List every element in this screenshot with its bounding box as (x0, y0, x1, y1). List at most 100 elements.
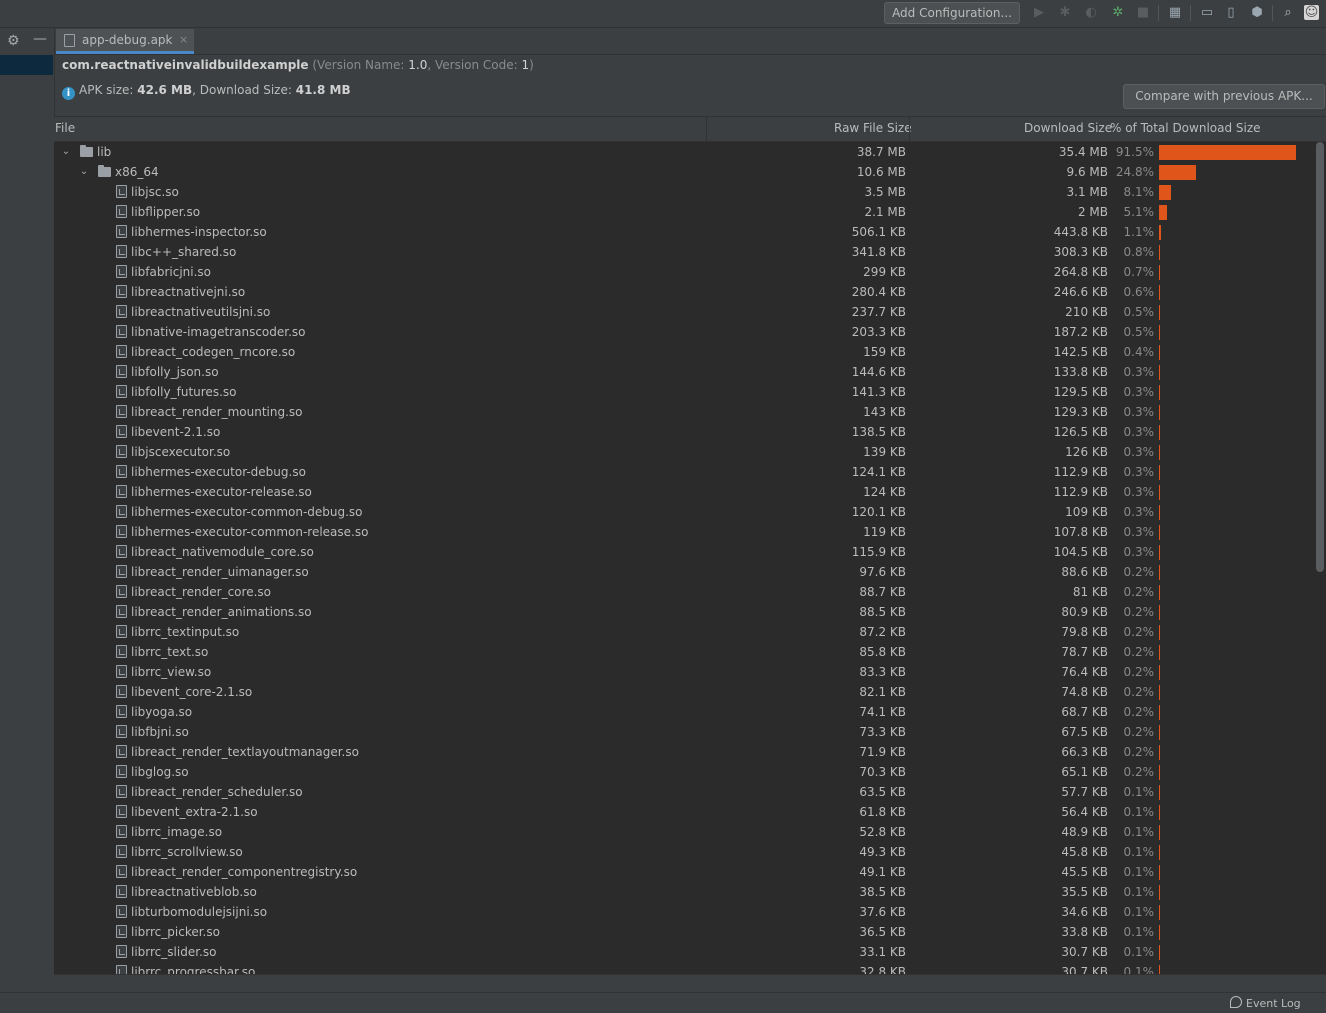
raw-file-size: 3.5 MB (786, 182, 906, 202)
tree-row-file[interactable]: libflipper.so2.1 MB2 MB5.1% (54, 202, 1316, 222)
tree-row-file[interactable]: librrc_textinput.so87.2 KB79.8 KB0.2% (54, 622, 1316, 642)
profile-icon[interactable]: ✲ (1110, 5, 1126, 21)
file-name: libfabricjni.so (116, 262, 211, 282)
column-header-raw-size[interactable]: Raw File Size (834, 121, 912, 135)
tree-row-file[interactable]: librrc_picker.so36.5 KB33.8 KB0.1% (54, 922, 1316, 942)
folder-icon (98, 167, 111, 177)
tree-row-file[interactable]: libevent-2.1.so138.5 KB126.5 KB0.3% (54, 422, 1316, 442)
project-structure-icon[interactable]: ▦ (1167, 5, 1183, 21)
download-size: 68.7 KB (988, 702, 1108, 722)
tree-row-file[interactable]: libyoga.so74.1 KB68.7 KB0.2% (54, 702, 1316, 722)
compare-with-previous-apk-button[interactable]: Compare with previous APK... (1123, 84, 1325, 109)
download-size: 443.8 KB (988, 222, 1108, 242)
chevron-down-icon[interactable]: ⌄ (60, 142, 72, 162)
status-bar (0, 992, 1326, 1013)
tree-row-file[interactable]: libnative-imagetranscoder.so203.3 KB187.… (54, 322, 1316, 342)
column-divider[interactable] (909, 117, 910, 141)
close-icon[interactable]: × (179, 33, 188, 46)
tree-row-file[interactable]: libreactnativeblob.so38.5 KB35.5 KB0.1% (54, 882, 1316, 902)
apk-analyzer-icon[interactable]: ⬢ (1249, 5, 1265, 21)
file-name-text: librrc_textinput.so (131, 625, 239, 639)
stop-icon[interactable]: ■ (1135, 5, 1151, 21)
tree-row-file[interactable]: libhermes-executor-debug.so124.1 KB112.9… (54, 462, 1316, 482)
percent-of-total: 0.2% (1112, 662, 1154, 682)
column-divider[interactable] (706, 117, 707, 141)
download-size: 126.5 KB (988, 422, 1108, 442)
run-icon[interactable]: ▶ (1031, 5, 1047, 21)
percent-of-total: 0.7% (1112, 262, 1154, 282)
tree-row-file[interactable]: libreact_render_animations.so88.5 KB80.9… (54, 602, 1316, 622)
info-icon: i (62, 87, 75, 100)
tree-row-file[interactable]: libreact_render_textlayoutmanager.so71.9… (54, 742, 1316, 762)
tree-row-file[interactable]: librrc_slider.so33.1 KB30.7 KB0.1% (54, 942, 1316, 962)
tree-row-directory[interactable]: ⌄lib38.7 MB35.4 MB91.5% (54, 142, 1316, 162)
event-log-button[interactable]: Event Log (1230, 996, 1301, 1010)
percent-of-total: 0.8% (1112, 242, 1154, 262)
tree-row-file[interactable]: libreact_render_core.so88.7 KB81 KB0.2% (54, 582, 1316, 602)
tree-row-file[interactable]: libhermes-inspector.so506.1 KB443.8 KB1.… (54, 222, 1316, 242)
file-name: libhermes-executor-release.so (116, 482, 312, 502)
tree-row-file[interactable]: libreact_codegen_rncore.so159 KB142.5 KB… (54, 342, 1316, 362)
raw-file-size: 36.5 KB (786, 922, 906, 942)
tree-row-directory[interactable]: ⌄x86_6410.6 MB9.6 MB24.8% (54, 162, 1316, 182)
tree-row-file[interactable]: libjsc.so3.5 MB3.1 MB8.1% (54, 182, 1316, 202)
column-header-file[interactable]: File (55, 121, 75, 135)
package-info-line: com.reactnativeinvalidbuildexample (Vers… (62, 58, 534, 72)
download-size: 3.1 MB (988, 182, 1108, 202)
tree-row-file[interactable]: libevent_core-2.1.so82.1 KB74.8 KB0.2% (54, 682, 1316, 702)
tab-strip-divider (54, 54, 1326, 55)
tree-row-file[interactable]: libc++_shared.so341.8 KB308.3 KB0.8% (54, 242, 1316, 262)
tree-row-file[interactable]: libreact_render_uimanager.so97.6 KB88.6 … (54, 562, 1316, 582)
tree-row-file[interactable]: libhermes-executor-common-debug.so120.1 … (54, 502, 1316, 522)
file-name-text: libreact_render_animations.so (131, 605, 312, 619)
tree-row-file[interactable]: libreactnativeutilsjni.so237.7 KB210 KB0… (54, 302, 1316, 322)
tree-row-file[interactable]: libreact_render_componentregistry.so49.1… (54, 862, 1316, 882)
download-size: 126 KB (988, 442, 1108, 462)
vertical-scrollbar[interactable] (1316, 142, 1324, 572)
tree-row-file[interactable]: libreact_render_mounting.so143 KB129.3 K… (54, 402, 1316, 422)
tree-row-file[interactable]: libevent_extra-2.1.so61.8 KB56.4 KB0.1% (54, 802, 1316, 822)
tree-row-file[interactable]: libfabricjni.so299 KB264.8 KB0.7% (54, 262, 1316, 282)
tree-row-file[interactable]: libturbomodulejsijni.so37.6 KB34.6 KB0.1… (54, 902, 1316, 922)
add-configuration-button[interactable]: Add Configuration... (884, 2, 1020, 24)
download-size: 48.9 KB (988, 822, 1108, 842)
tree-row-file[interactable]: libreactnativejni.so280.4 KB246.6 KB0.6% (54, 282, 1316, 302)
chevron-down-icon[interactable]: ⌄ (78, 162, 90, 182)
tree-row-file[interactable]: libreact_nativemodule_core.so115.9 KB104… (54, 542, 1316, 562)
raw-file-size: 49.1 KB (786, 862, 906, 882)
tree-row-file[interactable]: libhermes-executor-release.so124 KB112.9… (54, 482, 1316, 502)
percent-of-total: 0.6% (1112, 282, 1154, 302)
search-icon[interactable]: ⌕ (1280, 5, 1296, 21)
tree-row-file[interactable]: librrc_scrollview.so49.3 KB45.8 KB0.1% (54, 842, 1316, 862)
download-size: 9.6 MB (988, 162, 1108, 182)
tree-row-file[interactable]: librrc_text.so85.8 KB78.7 KB0.2% (54, 642, 1316, 662)
column-header-download-size[interactable]: Download Size (1024, 121, 1112, 135)
tree-row-file[interactable]: librrc_image.so52.8 KB48.9 KB0.1% (54, 822, 1316, 842)
percent-of-total: 0.1% (1112, 882, 1154, 902)
settings-icon[interactable]: ⚙ (7, 33, 20, 49)
tree-row-file[interactable]: libglog.so70.3 KB65.1 KB0.2% (54, 762, 1316, 782)
download-size: 112.9 KB (988, 462, 1108, 482)
file-name: libyoga.so (116, 702, 192, 722)
file-name-text: libnative-imagetranscoder.so (131, 325, 306, 339)
file-name-text: libevent_core-2.1.so (131, 685, 252, 699)
avd-manager-icon[interactable]: ▯ (1223, 5, 1239, 21)
native-library-icon (116, 605, 127, 618)
tree-row-file[interactable]: libfolly_futures.so141.3 KB129.5 KB0.3% (54, 382, 1316, 402)
file-name: libevent-2.1.so (116, 422, 220, 442)
tree-row-file[interactable]: libfbjni.so73.3 KB67.5 KB0.2% (54, 722, 1316, 742)
sdk-manager-icon[interactable]: ▭ (1199, 5, 1215, 21)
tree-row-file[interactable]: librrc_view.so83.3 KB76.4 KB0.2% (54, 662, 1316, 682)
debug-icon[interactable]: ✱ (1057, 5, 1073, 21)
raw-file-size: 63.5 KB (786, 782, 906, 802)
user-icon[interactable]: ☺ (1304, 5, 1319, 20)
tree-row-file[interactable]: libreact_render_scheduler.so63.5 KB57.7 … (54, 782, 1316, 802)
tree-row-file[interactable]: libjscexecutor.so139 KB126 KB0.3% (54, 442, 1316, 462)
download-size: 35.4 MB (988, 142, 1108, 162)
column-header-percent[interactable]: % of Total Download Size (1110, 121, 1261, 135)
coverage-icon[interactable]: ◐ (1083, 5, 1099, 21)
minimize-icon[interactable]: — (33, 31, 47, 47)
tree-row-file[interactable]: libhermes-executor-common-release.so119 … (54, 522, 1316, 542)
download-size: 80.9 KB (988, 602, 1108, 622)
tree-row-file[interactable]: libfolly_json.so144.6 KB133.8 KB0.3% (54, 362, 1316, 382)
